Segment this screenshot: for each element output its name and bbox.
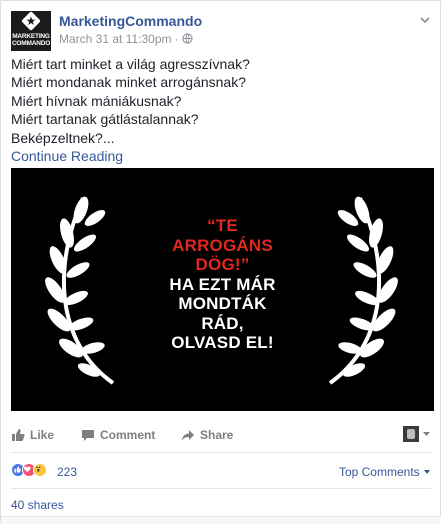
like-button[interactable]: Like [11, 428, 54, 442]
comment-label: Comment [100, 428, 156, 442]
top-comments-label: Top Comments [338, 465, 420, 479]
meta-separator: · [174, 32, 179, 46]
divider [11, 452, 431, 453]
comment-button[interactable]: Comment [81, 428, 155, 442]
reaction-count[interactable]: 223 [57, 465, 77, 479]
post-as-selector[interactable] [403, 426, 431, 442]
caret-down-icon [423, 432, 430, 436]
headline-white-line: HA EZT MÁR [169, 274, 276, 294]
laurel-wreath-left-icon [45, 196, 115, 385]
laurel-wreath-right-icon [328, 196, 398, 385]
post-line: Miért tartanak gátlástalannak? [11, 111, 199, 128]
like-label: Like [30, 428, 55, 442]
post-line: Miért tart minket a világ agresszívnak? [11, 56, 250, 72]
caret-down-icon [424, 470, 430, 474]
post-line: Miért hívnak mániákusnak? [11, 92, 182, 109]
post-timestamp[interactable]: March 31 at 11:30pm [59, 32, 172, 46]
headline-white-line: MONDTÁK [178, 294, 267, 313]
shares-count-link[interactable]: 40 shares [11, 498, 64, 512]
avatar-logo-text: MARKETING COMMANDO [11, 33, 51, 47]
post-image[interactable]: “TE ARROGÁNS DÖG!” HA EZT MÁR MONDTÁK RÁ… [11, 168, 434, 411]
globe-icon [181, 33, 193, 44]
wow-reaction-icon [33, 463, 47, 477]
post-header: ★ MARKETING COMMANDO MarketingCommando M… [11, 11, 431, 51]
headline-white-line: RÁD, [201, 313, 244, 333]
chevron-down-icon[interactable] [419, 15, 431, 25]
reaction-icons[interactable] [11, 463, 47, 477]
post-line: Beképzeltnek?... [11, 129, 115, 146]
post-meta: March 31 at 11:30pm · [59, 32, 193, 46]
headline-red-line: DÖG!” [195, 255, 250, 274]
top-comments-dropdown[interactable]: Top Comments [339, 465, 431, 479]
share-label: Share [200, 428, 234, 442]
comment-icon [82, 430, 94, 441]
share-arrow-icon [182, 430, 194, 441]
image-headline: “TE ARROGÁNS DÖG!” HA EZT MÁR MONDTÁK RÁ… [151, 216, 294, 353]
share-button[interactable]: Share [181, 428, 233, 442]
headline-red-line: ARROGÁNS [172, 235, 273, 255]
post-line: Miért mondanak minket arrogánsnak? [11, 74, 247, 91]
divider [11, 488, 431, 489]
page-name-link[interactable]: MarketingCommando [59, 13, 202, 29]
star-icon: ★ [25, 14, 37, 28]
headline-white-line: OLVASD EL! [171, 333, 274, 352]
page-avatar[interactable]: ★ MARKETING COMMANDO [11, 11, 51, 51]
headline-red-line: “TE [207, 216, 238, 235]
reactions-bar: 223 Top Comments [11, 463, 431, 481]
continue-reading-link[interactable]: Continue Reading [11, 147, 431, 165]
viewer-avatar [403, 426, 419, 442]
post-message: Miért tart minket a világ agresszívnak? … [11, 55, 431, 165]
post-card: ★ MARKETING COMMANDO MarketingCommando M… [0, 0, 441, 524]
thumbs-up-icon [12, 429, 25, 441]
post-actions: Like Comment Share [11, 425, 431, 447]
